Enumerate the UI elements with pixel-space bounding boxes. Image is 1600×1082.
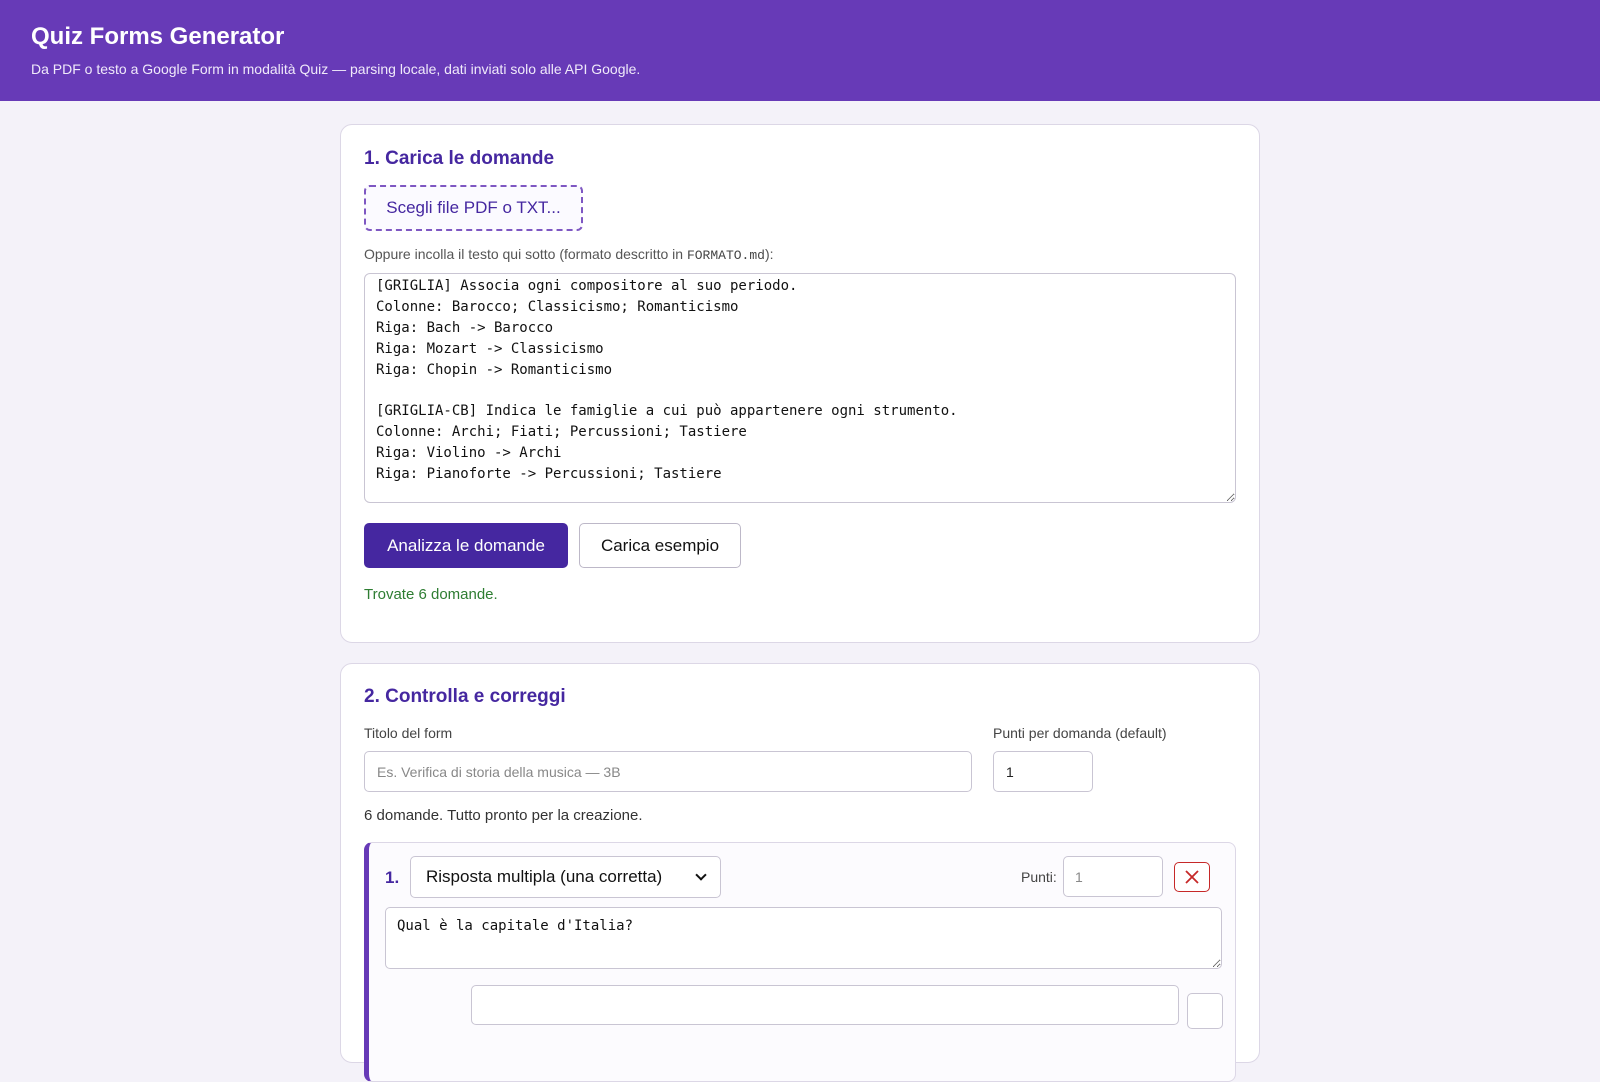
question-number: 1. (385, 868, 400, 887)
close-icon (1185, 870, 1199, 884)
load-example-button[interactable]: Carica esempio (579, 523, 741, 568)
question-type-value: Risposta multipla (una corretta) (426, 867, 663, 886)
analyze-button[interactable]: Analizza le domande (364, 523, 568, 568)
question-type-select[interactable]: Risposta multipla (una corretta) (410, 856, 721, 898)
answer-option-button[interactable] (1187, 993, 1223, 1029)
step1-heading: 1. Carica le domande (364, 148, 555, 169)
paste-hint: Oppure incolla il testo qui sotto (forma… (364, 246, 774, 263)
question-points-label: Punti: (1021, 869, 1057, 885)
review-card: 2. Controlla e correggi Titolo del form … (340, 663, 1260, 1082)
review-summary: 6 domande. Tutto pronto per la creazione… (364, 807, 643, 824)
form-title-label: Titolo del form (364, 725, 453, 741)
app-subtitle: Da PDF o testo a Google Form in modalità… (31, 61, 641, 77)
question-card: 1. Risposta multipla (una corretta) Punt… (364, 842, 1236, 1082)
question-text-input[interactable]: Qual è la capitale d'Italia? (385, 907, 1222, 969)
source-textarea[interactable]: [GRIGLIA] Associa ogni compositore al su… (364, 273, 1236, 503)
answer-option-input[interactable] (471, 985, 1179, 1025)
app-header: Quiz Forms Generator Da PDF o testo a Go… (0, 0, 1600, 101)
app-title: Quiz Forms Generator (31, 23, 285, 50)
default-points-label: Punti per domanda (default) (993, 725, 1167, 741)
format-doc-name: FORMATO.md (686, 248, 765, 263)
form-title-input[interactable] (364, 751, 972, 792)
upload-card: 1. Carica le domande Scegli file PDF o T… (340, 124, 1260, 643)
delete-question-button[interactable] (1174, 862, 1210, 892)
parse-status: Trovate 6 domande. (364, 586, 498, 603)
chevron-down-icon (695, 869, 707, 881)
paste-hint-end: ): (764, 246, 774, 262)
step2-heading: 2. Controlla e correggi (364, 686, 566, 707)
choose-file-button[interactable]: Scegli file PDF o TXT... (364, 185, 583, 231)
paste-hint-text: Oppure incolla il testo qui sotto (forma… (364, 246, 687, 262)
default-points-input[interactable] (993, 751, 1093, 792)
question-points-input[interactable] (1063, 856, 1163, 897)
